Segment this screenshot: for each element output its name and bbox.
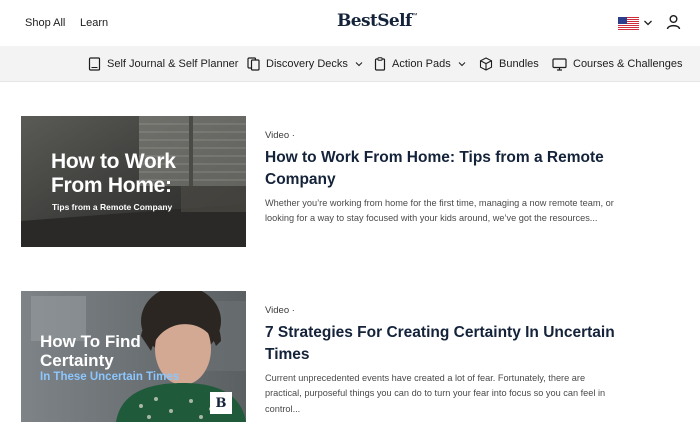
chevron-down-icon (458, 62, 466, 67)
top-bar: Shop All Learn BestSelf™ (0, 0, 700, 46)
brand-logo-text: BestSelf (337, 11, 412, 31)
shop-all-link[interactable]: Shop All (25, 17, 65, 29)
journal-icon (88, 57, 101, 71)
nav-action-pads[interactable]: Action Pads (374, 46, 466, 82)
brand-logo[interactable]: BestSelf™ (337, 11, 418, 31)
chevron-down-icon (355, 62, 363, 67)
us-flag-icon[interactable] (618, 17, 639, 30)
nav-discovery-decks[interactable]: Discovery Decks (247, 46, 363, 82)
nav-bundles-label: Bundles (499, 58, 539, 70)
article-card: How to Work From Home: Tips from a Remot… (21, 116, 681, 256)
nav-self-journal[interactable]: Self Journal & Self Planner (88, 46, 238, 82)
brand-badge: B (210, 392, 232, 414)
article-meta: Video · (265, 305, 295, 316)
article-thumbnail[interactable]: How to Work From Home: Tips from a Remot… (21, 116, 246, 247)
thumbnail-title-line1: How to Work (51, 150, 176, 173)
article-title-link[interactable]: How to Work From Home: Tips from a Remot… (265, 147, 625, 191)
article-excerpt: Current unprecedented events have create… (265, 373, 606, 414)
nav-bundles[interactable]: Bundles (479, 46, 539, 82)
article-title-link[interactable]: 7 Strategies For Creating Certainty In U… (265, 322, 625, 366)
category-nav: Self Journal & Self Planner Discovery De… (0, 46, 700, 82)
trademark-mark: ™ (411, 13, 418, 20)
nav-self-journal-label: Self Journal & Self Planner (107, 58, 239, 70)
thumbnail-title-line2: Certainty (40, 351, 114, 370)
nav-discovery-decks-label: Discovery Decks (266, 58, 348, 70)
thumbnail-subtitle: Tips from a Remote Company (52, 202, 173, 212)
thumbnail-subtitle: In These Uncertain Times (40, 371, 180, 383)
article-meta: Video · (265, 130, 295, 141)
thumbnail-title-line2: From Home: (51, 174, 172, 197)
box-icon (479, 57, 493, 71)
chevron-down-icon[interactable] (643, 18, 653, 28)
thumbnail-title-line1: How To Find (40, 332, 141, 351)
learn-link[interactable]: Learn (80, 17, 108, 29)
monitor-icon (552, 57, 567, 71)
cards-icon (247, 57, 260, 71)
nav-courses-challenges[interactable]: Courses & Challenges (552, 46, 682, 82)
clipboard-icon (374, 57, 386, 71)
article-card: How To Find Certainty In These Uncertain… (21, 291, 681, 431)
article-thumbnail[interactable]: How To Find Certainty In These Uncertain… (21, 291, 246, 422)
article-excerpt: Whether you’re working from home for the… (265, 198, 614, 224)
user-icon[interactable] (666, 14, 681, 30)
nav-courses-challenges-label: Courses & Challenges (573, 58, 683, 70)
nav-action-pads-label: Action Pads (392, 58, 451, 70)
